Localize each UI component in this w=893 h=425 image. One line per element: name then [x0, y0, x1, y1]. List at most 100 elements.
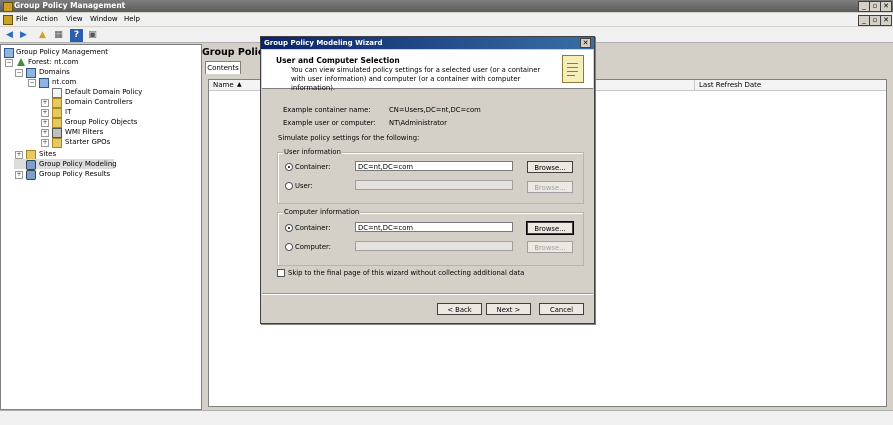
wizard-scroll-icon — [562, 55, 584, 83]
column-name[interactable]: Name — [213, 81, 234, 89]
up-folder-icon[interactable]: ▲ — [36, 29, 49, 42]
menu-window[interactable]: Window — [90, 15, 118, 23]
skip-checkbox[interactable] — [277, 269, 285, 277]
console-tree: Group Policy Management − Forest: nt.com… — [0, 44, 202, 410]
forward-icon[interactable]: ▶ — [17, 29, 30, 42]
expand-icon[interactable]: + — [41, 129, 49, 137]
computer-container-browse-button[interactable]: Browse... — [527, 222, 573, 234]
domain-icon — [39, 78, 49, 88]
user-browse-button[interactable]: Browse... — [527, 181, 573, 193]
app-title-bar: Group Policy Management _ ▫ ✕ — [0, 0, 893, 12]
tree-root-label: Group Policy Management — [16, 48, 109, 56]
menu-view[interactable]: View — [66, 15, 83, 23]
modeling-icon — [26, 160, 36, 170]
app-title: Group Policy Management — [14, 1, 126, 10]
tree-sites-label: Sites — [39, 150, 57, 158]
tree-item-label: Group Policy Objects — [65, 118, 138, 126]
example-user-value: NT\Administrator — [389, 119, 447, 127]
expand-icon[interactable]: + — [41, 119, 49, 127]
domains-icon — [26, 68, 36, 78]
tree-modeling-label: Group Policy Modeling — [39, 160, 117, 168]
tree-domain-label: nt.com — [52, 78, 77, 86]
console-menu-icon[interactable] — [3, 15, 13, 25]
starter-gpo-folder-icon — [52, 138, 62, 148]
footer-divider — [262, 293, 593, 295]
tree-item-label: Domain Controllers — [65, 98, 133, 106]
menu-help[interactable]: Help — [124, 15, 140, 23]
tree-group-policy-modeling[interactable]: Group Policy Modeling — [14, 159, 117, 170]
computer-container-radio[interactable] — [285, 224, 293, 232]
computer-label: Computer: — [295, 243, 331, 251]
example-container-value: CN=Users,DC=nt,DC=com — [389, 106, 481, 114]
ou-folder-icon — [52, 108, 62, 118]
back-button[interactable]: < Back — [437, 303, 482, 315]
expand-icon[interactable]: + — [41, 99, 49, 107]
expand-icon[interactable]: + — [41, 109, 49, 117]
example-user-label: Example user or computer: — [283, 119, 376, 127]
collapse-icon[interactable]: − — [15, 69, 23, 77]
computer-browse-button[interactable]: Browse... — [527, 241, 573, 253]
menu-action[interactable]: Action — [36, 15, 58, 23]
wizard-heading: User and Computer Selection — [276, 56, 400, 65]
tree-item-label: WMI Filters — [65, 128, 104, 136]
status-bar — [0, 410, 893, 425]
gpo-folder-icon — [52, 118, 62, 128]
wizard-header: User and Computer Selection You can view… — [262, 50, 593, 92]
user-container-label: Container: — [295, 163, 331, 171]
tree-domains-label: Domains — [39, 68, 70, 76]
simulate-label: Simulate policy settings for the followi… — [278, 134, 420, 142]
properties-icon[interactable]: ▦ — [52, 29, 65, 42]
cancel-button[interactable]: Cancel — [539, 303, 584, 315]
console-icon[interactable]: ▣ — [86, 29, 99, 42]
gpo-link-icon — [52, 88, 62, 98]
forest-icon — [17, 58, 25, 66]
close-button[interactable]: ✕ — [880, 1, 892, 12]
computer-info-group — [277, 212, 584, 266]
expand-icon[interactable]: + — [41, 139, 49, 147]
example-container-label: Example container name: — [283, 106, 371, 114]
user-info-group — [277, 152, 584, 204]
column-last-refresh[interactable]: Last Refresh Date — [699, 81, 761, 89]
sort-asc-icon: ▲ — [237, 81, 242, 88]
user-container-input[interactable]: DC=nt,DC=com — [355, 161, 513, 171]
user-container-radio[interactable] — [285, 163, 293, 171]
results-icon — [26, 170, 36, 180]
computer-container-label: Container: — [295, 224, 331, 232]
user-input[interactable] — [355, 180, 513, 190]
dialog-title-bar: Group Policy Modeling Wizard ✕ — [261, 37, 594, 49]
gpm-app-icon — [3, 2, 13, 12]
computer-container-input[interactable]: DC=nt,DC=com — [355, 222, 513, 232]
user-container-browse-button[interactable]: Browse... — [527, 161, 573, 173]
column-divider[interactable] — [694, 80, 695, 90]
wmi-filter-icon — [52, 128, 62, 138]
help-icon[interactable]: ? — [70, 29, 83, 42]
tree-forest-label: Forest: nt.com — [28, 58, 79, 66]
dialog-close-button[interactable]: ✕ — [580, 38, 591, 48]
user-radio[interactable] — [285, 182, 293, 190]
computer-input[interactable] — [355, 241, 513, 251]
next-button[interactable]: Next > — [486, 303, 531, 315]
dialog-title: Group Policy Modeling Wizard — [264, 39, 383, 47]
menu-bar: File Action View Window Help _ ▫ ✕ — [0, 13, 893, 26]
user-label: User: — [295, 182, 313, 190]
collapse-icon[interactable]: − — [28, 79, 36, 87]
expand-icon[interactable]: + — [15, 171, 23, 179]
tree-item-label: Starter GPOs — [65, 138, 111, 146]
ou-folder-icon — [52, 98, 62, 108]
gpm-root-icon — [4, 48, 14, 58]
modeling-wizard-dialog: Group Policy Modeling Wizard ✕ User and … — [260, 36, 595, 324]
tree-item-label: IT — [65, 108, 72, 116]
back-icon[interactable]: ◀ — [3, 29, 16, 42]
skip-label: Skip to the final page of this wizard wi… — [288, 269, 525, 277]
expand-icon[interactable]: + — [15, 151, 23, 159]
computer-radio[interactable] — [285, 243, 293, 251]
tree-results-label: Group Policy Results — [39, 170, 111, 178]
wizard-description: You can view simulated policy settings f… — [291, 66, 541, 92]
tree-item-label: Default Domain Policy — [65, 88, 143, 96]
menu-file[interactable]: File — [16, 15, 28, 23]
user-info-title: User information — [283, 148, 342, 156]
tab-contents[interactable]: Contents — [205, 61, 241, 74]
computer-info-title: Computer information — [283, 208, 361, 216]
collapse-icon[interactable]: − — [5, 59, 13, 67]
inner-close-button[interactable]: ✕ — [880, 15, 892, 26]
